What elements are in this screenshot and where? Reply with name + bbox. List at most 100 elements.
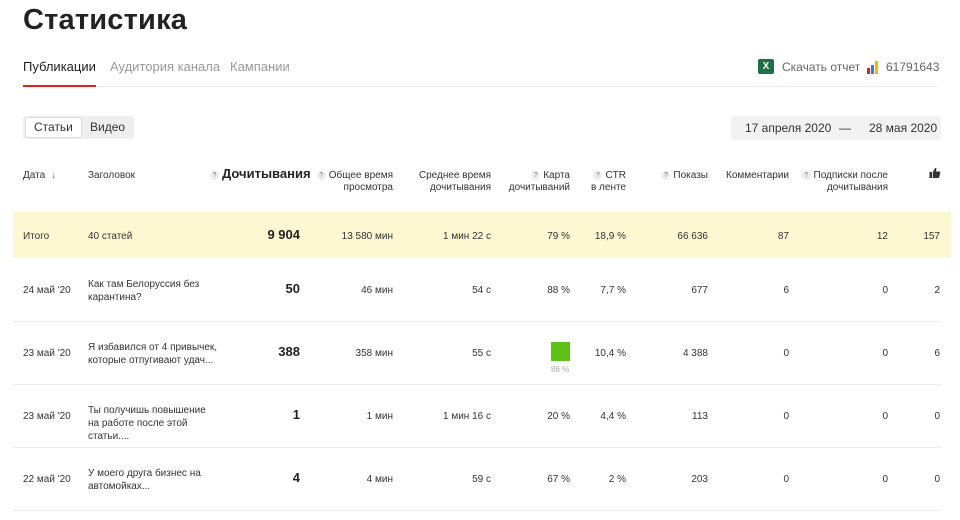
header-reads[interactable]: ? Дочитывания <box>210 166 311 182</box>
header-title: Заголовок <box>88 170 136 181</box>
row-avg-time: 1 мин 16 с <box>442 411 491 422</box>
row-divider <box>13 510 941 511</box>
row-date: 23 май '20 <box>23 348 71 359</box>
row-total-time: 358 мин <box>355 348 393 359</box>
counter-id: 61791643 <box>886 60 940 74</box>
row-read-map: 86 % <box>551 365 570 374</box>
download-report-label: Скачать отчет <box>782 60 861 74</box>
header-total-time-line2: просмотра <box>343 182 393 193</box>
total-ctr: 18,9 % <box>594 231 626 242</box>
header-total-time-line1: Общее время <box>328 170 393 181</box>
total-subscriptions: 12 <box>876 231 888 242</box>
row-comments: 6 <box>783 285 789 296</box>
help-icon[interactable]: ? <box>661 171 671 180</box>
content-type-switch: Статьи Видео <box>23 116 134 139</box>
row-title-link[interactable]: Ты получишь повышение на работе после эт… <box>88 404 218 443</box>
total-label: Итого <box>23 231 50 242</box>
header-read-map-line1: Карта <box>543 170 570 181</box>
header-date[interactable]: Дата ↓ <box>23 170 56 182</box>
row-title-link[interactable]: У моего друга бизнес на автомойках... <box>88 467 218 493</box>
row-total-time: 1 мин <box>366 411 393 422</box>
row-views: 203 <box>691 474 708 485</box>
read-map-thumbnail[interactable] <box>551 342 570 361</box>
header-ctr-line1: CTR <box>605 170 626 181</box>
date-to[interactable]: 28 мая 2020 <box>869 121 937 135</box>
header-subscriptions[interactable]: ? Подписки после дочитывания <box>801 170 888 194</box>
date-range-picker[interactable]: 17 апреля 2020 — 28 мая 2020 <box>731 116 941 140</box>
row-ctr: 4,4 % <box>600 411 626 422</box>
header-views-label: Показы <box>673 170 708 181</box>
tab-campaigns[interactable]: Кампании <box>230 59 290 74</box>
row-read-map: 67 % <box>547 474 570 485</box>
row-title-link[interactable]: Как там Белоруссия без карантина? <box>88 278 218 304</box>
row-subscriptions: 0 <box>882 411 888 422</box>
total-read-map: 79 % <box>547 231 570 242</box>
total-avg-time: 1 мин 22 с <box>442 231 491 242</box>
header-avg-time-line1: Среднее время <box>418 170 491 181</box>
thumbs-up-icon <box>929 167 941 178</box>
help-icon[interactable]: ? <box>593 171 603 180</box>
row-reads: 388 <box>278 344 300 359</box>
row-divider <box>13 321 941 322</box>
header-total-time[interactable]: ? Общее время просмотра <box>316 170 393 194</box>
row-title-link[interactable]: Я избавился от 4 привычек, которые отпуг… <box>88 341 218 367</box>
row-ctr: 2 % <box>608 474 626 485</box>
help-icon[interactable]: ? <box>531 171 541 180</box>
row-comments: 0 <box>783 474 789 485</box>
help-icon[interactable]: ? <box>316 171 326 180</box>
row-reads: 1 <box>292 407 300 422</box>
row-total-time: 4 мин <box>366 474 393 485</box>
excel-icon: X <box>758 59 774 74</box>
row-comments: 0 <box>783 411 789 422</box>
row-comments: 0 <box>783 348 789 359</box>
header-avg-time-line2: дочитывания <box>429 182 491 193</box>
header-comments[interactable]: Комментарии <box>726 170 789 182</box>
header-date-label: Дата <box>23 170 46 181</box>
page-title: Статистика <box>23 4 188 36</box>
sort-arrow-icon: ↓ <box>50 170 56 181</box>
row-avg-time: 59 с <box>472 474 491 485</box>
date-from[interactable]: 17 апреля 2020 <box>745 121 831 135</box>
row-date: 24 май '20 <box>23 285 71 296</box>
row-likes: 0 <box>934 474 940 485</box>
row-reads: 50 <box>285 281 300 296</box>
row-subscriptions: 0 <box>882 474 888 485</box>
date-separator: — <box>839 121 851 135</box>
tab-channel-audience[interactable]: Аудитория канала <box>110 59 220 74</box>
header-read-map[interactable]: ? Карта дочитываний <box>509 170 570 194</box>
tab-publications[interactable]: Публикации <box>23 59 96 87</box>
total-views: 66 636 <box>677 231 708 242</box>
row-divider <box>13 447 941 448</box>
total-total-time: 13 580 мин <box>341 231 393 242</box>
header-avg-time[interactable]: Среднее время дочитывания <box>419 170 491 194</box>
header-reads-label: Дочитывания <box>222 166 311 181</box>
row-reads: 4 <box>292 470 300 485</box>
header-subscriptions-line2: дочитывания <box>826 182 888 193</box>
row-date: 23 май '20 <box>23 411 71 422</box>
segment-articles[interactable]: Статьи <box>26 118 81 137</box>
row-read-map: 88 % <box>547 285 570 296</box>
total-articles-count: 40 статей <box>88 231 133 242</box>
row-total-time: 46 мин <box>361 285 393 296</box>
help-icon[interactable]: ? <box>801 171 811 180</box>
row-likes: 0 <box>934 411 940 422</box>
row-subscriptions: 0 <box>882 285 888 296</box>
help-icon[interactable]: ? <box>210 171 219 180</box>
row-likes: 2 <box>934 285 940 296</box>
segment-video[interactable]: Видео <box>82 118 133 137</box>
header-read-map-line2: дочитываний <box>508 182 570 193</box>
row-divider <box>13 384 941 385</box>
row-views: 677 <box>691 285 708 296</box>
header-ctr[interactable]: ? CTR в ленте <box>591 170 626 194</box>
header-subscriptions-line1: Подписки после <box>813 170 888 181</box>
header-views[interactable]: ? Показы <box>661 170 708 182</box>
bar-chart-icon <box>867 61 879 74</box>
row-avg-time: 54 с <box>472 285 491 296</box>
header-likes[interactable] <box>929 167 941 183</box>
row-date: 22 май '20 <box>23 474 71 485</box>
row-ctr: 7,7 % <box>600 285 626 296</box>
row-avg-time: 55 с <box>472 348 491 359</box>
row-read-map: 20 % <box>547 411 570 422</box>
row-subscriptions: 0 <box>882 348 888 359</box>
row-views: 113 <box>692 411 708 422</box>
